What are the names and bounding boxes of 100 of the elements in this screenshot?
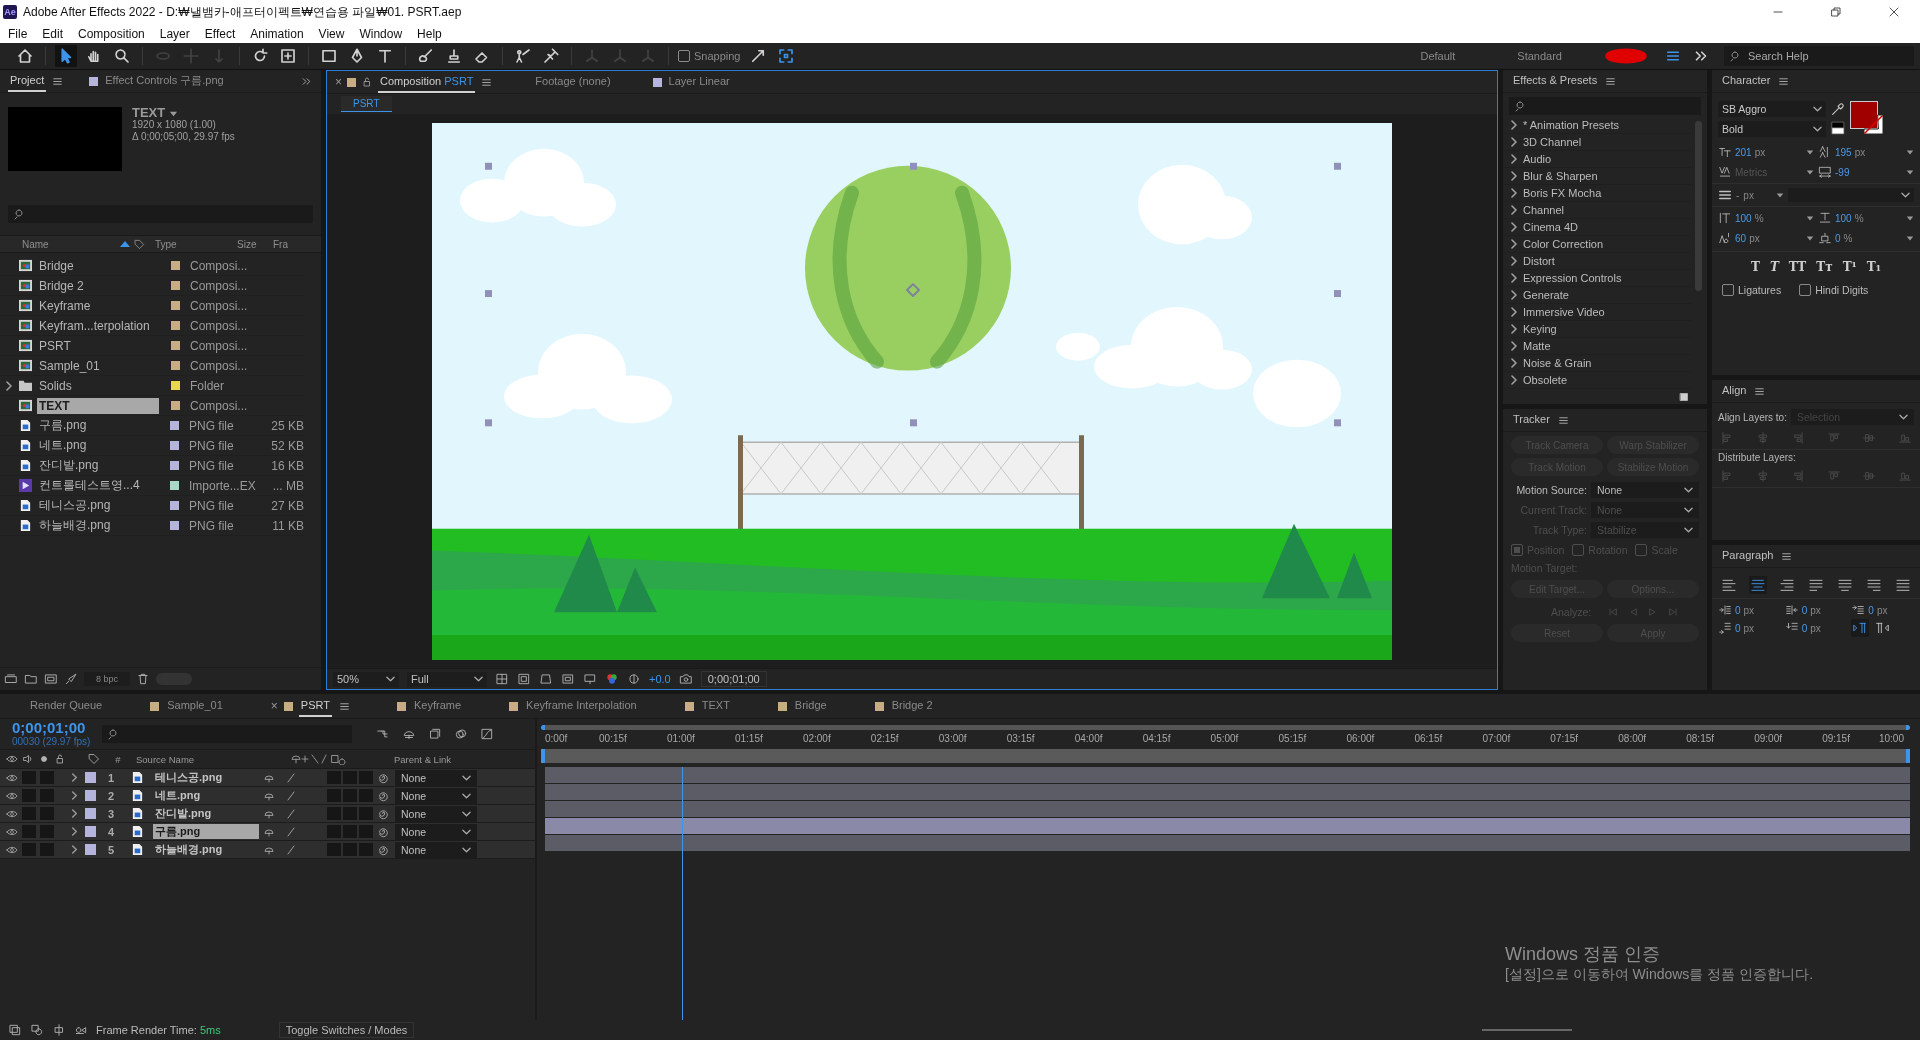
panel-tab[interactable]: Footage (none): [533, 71, 613, 93]
parent-dropdown[interactable]: None: [395, 787, 477, 804]
value-field[interactable]: 0: [1835, 232, 1841, 244]
item-name[interactable]: 구름.png: [37, 416, 158, 435]
layer-name[interactable]: 테니스공.png: [153, 770, 259, 785]
checkbox[interactable]: Ligatures: [1722, 284, 1782, 296]
value-field[interactable]: 0: [1801, 622, 1808, 634]
text-style-button[interactable]: T₁: [1866, 260, 1882, 274]
font-family-dropdown[interactable]: SB Aggro: [1718, 101, 1826, 117]
menu-item[interactable]: Window: [359, 26, 403, 41]
breadcrumb-tab[interactable]: PSRT: [341, 96, 392, 112]
layer-name[interactable]: 구름.png: [153, 824, 259, 839]
column-header[interactable]: Name: [22, 238, 120, 250]
menu-item[interactable]: Effect: [204, 26, 236, 41]
effect-category[interactable]: Expression Controls: [1523, 272, 1622, 284]
effect-category[interactable]: 3D Channel: [1523, 136, 1582, 148]
effect-category[interactable]: Audio: [1523, 153, 1552, 165]
menu-item[interactable]: File: [8, 26, 28, 41]
item-name[interactable]: PSRT: [37, 337, 159, 354]
layer-name[interactable]: 잔디밭.png: [153, 806, 259, 821]
panel-tab[interactable]: Effect Controls 구름.png: [103, 70, 226, 94]
effect-category[interactable]: Immersive Video: [1523, 306, 1605, 318]
parent-dropdown[interactable]: None: [395, 805, 477, 822]
menu-item[interactable]: Animation: [250, 26, 304, 41]
effect-category[interactable]: Matte: [1523, 340, 1551, 352]
workspace-tab[interactable]: Default: [1392, 50, 1484, 62]
timeline-tab[interactable]: Sample_01: [165, 695, 225, 717]
menu-item[interactable]: Composition: [78, 26, 145, 41]
item-name[interactable]: 테니스공.png: [37, 496, 158, 515]
timeline-tab[interactable]: Keyframe: [412, 695, 464, 717]
dropdown[interactable]: None: [1591, 482, 1699, 498]
panel-tab[interactable]: Layer Linear: [666, 71, 732, 93]
value-field[interactable]: 195: [1835, 146, 1852, 158]
effect-category[interactable]: Boris FX Mocha: [1523, 187, 1602, 199]
effect-category[interactable]: Noise & Grain: [1523, 357, 1592, 369]
exposure-value[interactable]: +0.0: [649, 673, 671, 685]
menu-item[interactable]: View: [318, 26, 345, 41]
text-style-button[interactable]: T: [1769, 260, 1779, 274]
value-field[interactable]: 201: [1735, 146, 1752, 158]
timeline-tab[interactable]: PSRT: [298, 695, 332, 717]
layer-name[interactable]: 네트.png: [153, 788, 259, 803]
value-field[interactable]: 0: [1868, 604, 1874, 616]
column-header[interactable]: Type: [155, 238, 237, 250]
effect-category[interactable]: * Animation Presets: [1523, 119, 1619, 131]
text-style-button[interactable]: T¹: [1842, 260, 1857, 274]
current-time[interactable]: 0;00;01;00: [12, 720, 91, 736]
item-name[interactable]: Bridge: [37, 257, 159, 274]
font-style-dropdown[interactable]: Bold: [1718, 121, 1826, 137]
effect-category[interactable]: Cinema 4D: [1523, 221, 1579, 233]
bit-depth-button[interactable]: 8 bpc: [84, 672, 130, 686]
item-name[interactable]: Keyfram...terpolation: [37, 317, 159, 334]
item-name[interactable]: TEXT: [37, 397, 159, 414]
checkbox[interactable]: Hindi Digits: [1799, 284, 1869, 296]
timeline-tab[interactable]: Keyframe Interpolation: [524, 695, 639, 717]
timeline-tab[interactable]: Bridge 2: [889, 695, 935, 717]
text-style-button[interactable]: Tт: [1816, 260, 1833, 274]
search-help-field[interactable]: Search Help: [1724, 46, 1914, 66]
item-name[interactable]: 컨트롤테스트영...4: [37, 476, 158, 495]
value-field[interactable]: -99: [1835, 166, 1850, 178]
parent-dropdown[interactable]: None: [395, 823, 477, 840]
magnification-dropdown[interactable]: 50%: [333, 671, 399, 687]
close-tab-button[interactable]: ×: [335, 75, 342, 89]
snapping-checkbox[interactable]: Snapping: [678, 50, 741, 62]
value-field[interactable]: 60: [1735, 232, 1747, 244]
panel-tab[interactable]: Project: [8, 70, 47, 92]
effect-category[interactable]: Blur & Sharpen: [1523, 170, 1598, 182]
value-field[interactable]: 0: [1735, 622, 1741, 634]
value-field[interactable]: 100: [1735, 212, 1752, 224]
resolution-dropdown[interactable]: Full: [407, 671, 487, 687]
effect-category[interactable]: Color Correction: [1523, 238, 1604, 250]
item-name[interactable]: Sample_01: [37, 357, 159, 374]
effect-category[interactable]: Distort: [1523, 255, 1555, 267]
timeline-tab[interactable]: TEXT: [699, 695, 732, 717]
item-name[interactable]: 하늘배경.png: [37, 516, 158, 535]
layer-name[interactable]: 하늘배경.png: [153, 842, 259, 857]
text-style-button[interactable]: TT: [1788, 260, 1807, 274]
value-field[interactable]: 100: [1835, 212, 1852, 224]
item-name[interactable]: Bridge 2: [37, 277, 159, 294]
menu-item[interactable]: Edit: [42, 26, 64, 41]
menu-item[interactable]: Help: [417, 26, 442, 41]
value-field[interactable]: 0: [1735, 604, 1741, 616]
parent-dropdown[interactable]: None: [395, 769, 477, 786]
item-name[interactable]: 네트.png: [37, 436, 158, 455]
effect-category[interactable]: Channel: [1523, 204, 1564, 216]
panel-tab[interactable]: Composition PSRT: [378, 71, 476, 93]
item-name[interactable]: 잔디밭.png: [37, 456, 158, 475]
timeline-tab[interactable]: Render Queue: [28, 695, 105, 717]
value-field[interactable]: -: [1736, 189, 1740, 201]
timeline-tab[interactable]: Bridge: [792, 695, 829, 717]
effect-category[interactable]: Keying: [1523, 323, 1557, 335]
current-time-field[interactable]: 0;00;01;00: [700, 671, 767, 687]
value-field[interactable]: 0: [1801, 604, 1808, 616]
effect-category[interactable]: Generate: [1523, 289, 1569, 301]
parent-dropdown[interactable]: None: [395, 841, 477, 858]
text-style-button[interactable]: T: [1750, 260, 1760, 274]
column-header[interactable]: Size: [237, 238, 273, 250]
item-name[interactable]: Keyframe: [37, 297, 159, 314]
item-name[interactable]: Solids: [37, 377, 159, 394]
close-tab-button[interactable]: ×: [270, 699, 278, 713]
column-header[interactable]: Fra: [273, 238, 288, 250]
